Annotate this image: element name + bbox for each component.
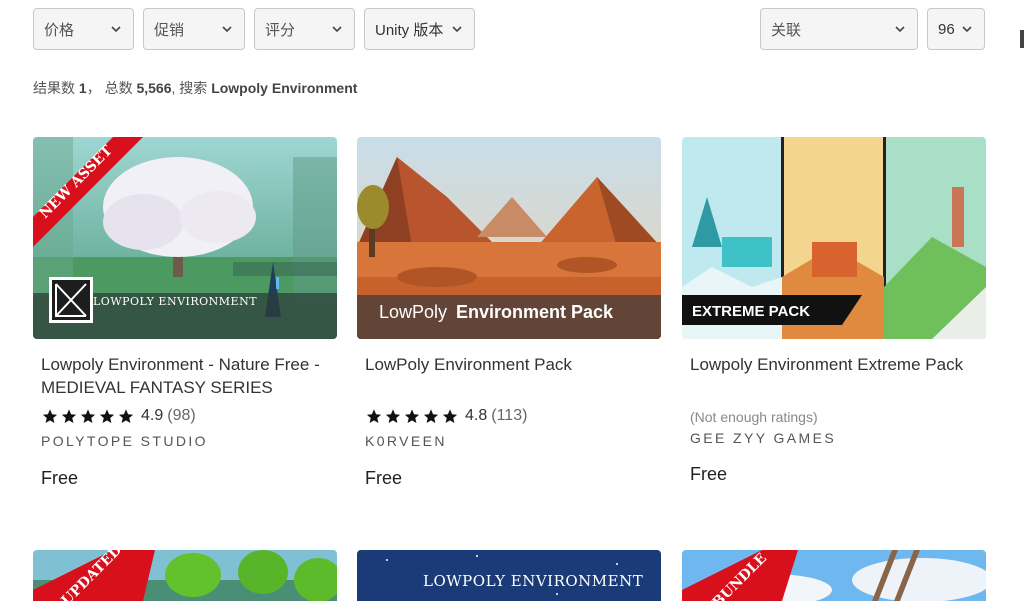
star-icon [42, 408, 58, 423]
asset-thumbnail[interactable]: LOWPOLY ENVIRONMENT NEW ASSET [33, 137, 337, 339]
asset-thumbnail[interactable]: BUNDLE [682, 550, 986, 601]
asset-card[interactable]: EXTREME PACK Lowpoly Environment Extreme… [682, 137, 986, 497]
asset-thumbnail[interactable]: LowPoly Environment Pack [357, 137, 661, 339]
star-icon [404, 408, 420, 423]
asset-card[interactable]: LowPoly Environment Pack LowPoly Environ… [357, 137, 661, 497]
no-rating-text: (Not enough ratings) [690, 409, 818, 425]
unity-version-filter[interactable]: Unity 版本 [364, 8, 475, 50]
rating-count: (98) [167, 407, 196, 424]
star-icon [61, 408, 77, 423]
per-page-value: 96 [938, 20, 955, 38]
publisher-name[interactable]: GEE ZYY GAMES [690, 430, 836, 446]
unity-version-label: Unity 版本 [375, 21, 444, 39]
results-query: Lowpoly Environment [211, 80, 358, 96]
rating-filter[interactable]: 评分 [254, 8, 355, 50]
asset-card[interactable]: LOWPOLY ENVIRONMENT NEW ASSET Lowpoly En… [33, 137, 337, 497]
asset-price: Free [365, 468, 403, 488]
asset-thumbnail[interactable]: UPDATED [33, 550, 337, 601]
chevron-down-icon [330, 22, 344, 36]
thumbnail-overlay-light: LowPoly [379, 302, 447, 322]
rating-stars [41, 408, 135, 425]
results-total: 5,566 [136, 80, 172, 96]
asset-thumbnail[interactable]: LOWPOLY ENVIRONMENT [357, 550, 661, 601]
star-icon [80, 408, 96, 423]
asset-card[interactable]: UPDATED [33, 550, 337, 601]
thumbnail-overlay-text: LOWPOLY ENVIRONMENT [93, 295, 257, 308]
price-filter[interactable]: 价格 [33, 8, 134, 50]
results-sep: ， [86, 80, 101, 96]
rating-stars [365, 408, 459, 425]
sort-select[interactable]: 关联 [760, 8, 918, 50]
rating-count: (113) [491, 407, 528, 424]
star-icon [385, 408, 401, 423]
chevron-down-icon [220, 22, 234, 36]
asset-title[interactable]: Lowpoly Environment Extreme Pack [690, 353, 985, 376]
asset-card[interactable]: BUNDLE [682, 550, 986, 601]
results-search-label: 搜索 [179, 80, 208, 96]
results-total-label: 总数 [104, 80, 133, 96]
asset-thumbnail[interactable]: EXTREME PACK [682, 137, 986, 339]
asset-price: Free [41, 468, 79, 488]
thumbnail-overlay-bold: Environment Pack [456, 302, 614, 322]
rating-filter-label: 评分 [265, 21, 296, 39]
star-icon [366, 408, 382, 423]
publisher-name[interactable]: K0RVEEN [365, 433, 447, 449]
star-icon [423, 408, 439, 423]
asset-card[interactable]: LOWPOLY ENVIRONMENT [357, 550, 661, 601]
results-summary: 结果数 1， 总数 5,566, 搜索 Lowpoly Environment [33, 80, 358, 96]
results-page: 1 [78, 80, 87, 96]
chevron-down-icon [450, 22, 464, 36]
chevron-down-icon [893, 22, 907, 36]
chevron-down-icon [109, 22, 123, 36]
asset-title[interactable]: LowPoly Environment Pack [365, 353, 660, 376]
asset-rating: 4.9 (98) [41, 407, 196, 425]
sort-select-value: 关联 [771, 21, 802, 39]
star-icon [118, 408, 134, 423]
per-page-select[interactable]: 96 [927, 8, 985, 50]
publisher-name[interactable]: POLYTOPE STUDIO [41, 433, 208, 449]
results-prefix: 结果数 [33, 80, 75, 96]
rating-value: 4.9 [141, 407, 164, 424]
asset-price: Free [690, 464, 728, 484]
rating-value: 4.8 [465, 407, 488, 424]
star-icon [442, 408, 458, 423]
chevron-down-icon [960, 22, 974, 36]
asset-title[interactable]: Lowpoly Environment - Nature Free - MEDI… [41, 353, 336, 399]
promo-filter[interactable]: 促销 [143, 8, 245, 50]
price-filter-label: 价格 [44, 21, 75, 39]
thumbnail-overlay-text: EXTREME PACK [692, 303, 810, 320]
promo-filter-label: 促销 [154, 21, 185, 39]
thumbnail-overlay-text: LOWPOLY ENVIRONMENT [423, 572, 643, 590]
scrollbar-thumb[interactable] [1020, 30, 1024, 48]
asset-rating: 4.8 (113) [365, 407, 527, 425]
star-icon [99, 408, 115, 423]
